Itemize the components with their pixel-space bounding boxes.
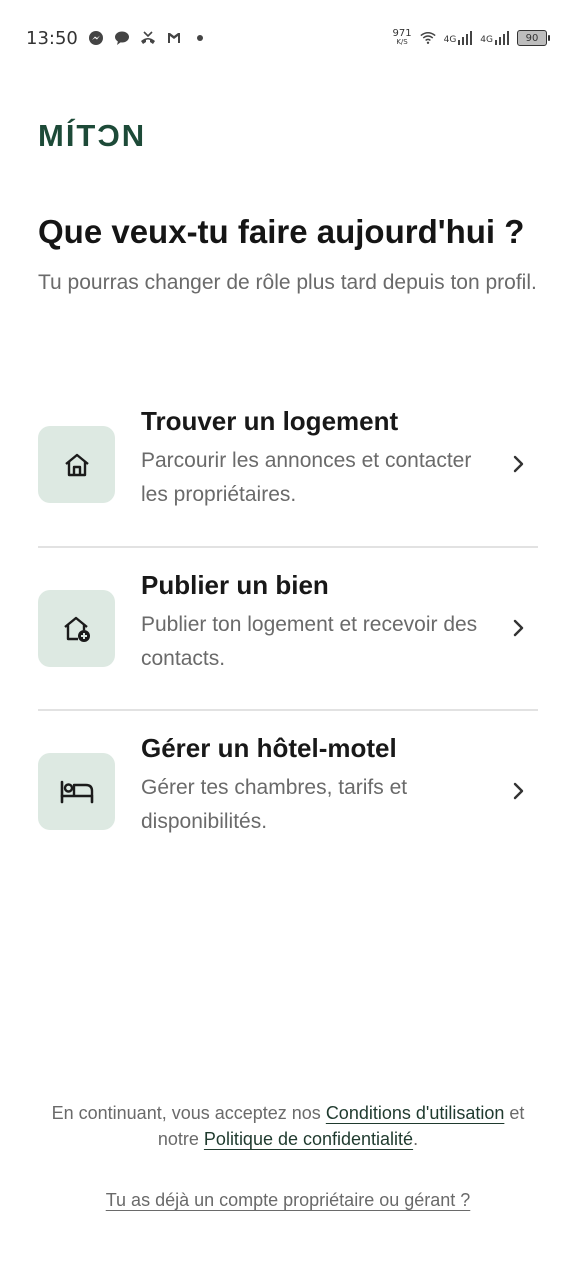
option-title: Trouver un logement bbox=[141, 406, 399, 436]
signal-1: 4G bbox=[444, 31, 473, 45]
option-text: Gérer un hôtel-motel Gérer tes chambres,… bbox=[141, 731, 501, 839]
battery-level: 90 bbox=[517, 30, 547, 46]
legal-suffix: . bbox=[413, 1129, 419, 1149]
signal-bars-icon bbox=[495, 31, 509, 45]
divider bbox=[38, 546, 538, 548]
status-time: 13:50 bbox=[26, 27, 78, 49]
gmail-icon bbox=[166, 30, 182, 46]
option-title: Publier un bien bbox=[141, 570, 329, 600]
option-description: Parcourir les annonces et contacter les … bbox=[141, 449, 472, 506]
chevron-right-icon bbox=[508, 618, 528, 638]
option-find-housing[interactable]: Trouver un logement Parcourir les annonc… bbox=[38, 404, 538, 568]
privacy-link[interactable]: Politique de confidentialité bbox=[204, 1129, 413, 1149]
option-text: Publier un bien Publier ton logement et … bbox=[141, 568, 501, 676]
divider bbox=[38, 709, 538, 711]
bed-icon bbox=[38, 753, 115, 830]
brand-logo: MÍTƆN bbox=[38, 118, 147, 153]
home-add-icon bbox=[38, 590, 115, 667]
legal-notice: En continuant, vous acceptez nos Conditi… bbox=[48, 1100, 528, 1152]
option-description: Gérer tes chambres, tarifs et disponibil… bbox=[141, 776, 408, 833]
legal-prefix: En continuant, vous acceptez nos bbox=[51, 1103, 326, 1123]
home-icon bbox=[38, 426, 115, 503]
option-publish-property[interactable]: Publier un bien Publier ton logement et … bbox=[38, 568, 538, 732]
dot-icon bbox=[192, 30, 208, 46]
signal-bars-icon bbox=[458, 31, 473, 45]
network-speed: 971 K/S bbox=[393, 29, 412, 47]
option-description: Publier ton logement et recevoir des con… bbox=[141, 613, 478, 670]
option-text: Trouver un logement Parcourir les annonc… bbox=[141, 404, 501, 512]
chat-icon bbox=[114, 30, 130, 46]
chevron-right-icon bbox=[508, 454, 528, 474]
signal-2: 4G bbox=[480, 31, 509, 45]
existing-account-link[interactable]: Tu as déjà un compte propriétaire ou gér… bbox=[0, 1190, 576, 1211]
messenger-icon bbox=[88, 30, 104, 46]
speed-unit: K/S bbox=[396, 38, 408, 46]
page-title: Que veux-tu faire aujourd'hui ? bbox=[38, 213, 525, 250]
wifi-icon bbox=[419, 30, 436, 46]
page-subtitle: Tu pourras changer de rôle plus tard dep… bbox=[38, 271, 537, 294]
status-right: 971 K/S 4G 4G 90 bbox=[393, 29, 550, 47]
status-left: 13:50 bbox=[26, 28, 208, 49]
net-type-1: 4G bbox=[443, 35, 457, 45]
terms-link[interactable]: Conditions d'utilisation bbox=[326, 1103, 505, 1123]
option-manage-hotel[interactable]: Gérer un hôtel-motel Gérer tes chambres,… bbox=[38, 731, 538, 895]
speed-value: 971 bbox=[392, 28, 412, 39]
missed-call-icon bbox=[140, 30, 156, 46]
status-bar: 13:50 971 K/S 4G 4G 90 bbox=[0, 0, 576, 76]
net-type-2: 4G bbox=[480, 35, 493, 45]
chevron-right-icon bbox=[508, 781, 528, 801]
option-title: Gérer un hôtel-motel bbox=[141, 733, 397, 763]
battery-icon: 90 bbox=[517, 30, 550, 46]
